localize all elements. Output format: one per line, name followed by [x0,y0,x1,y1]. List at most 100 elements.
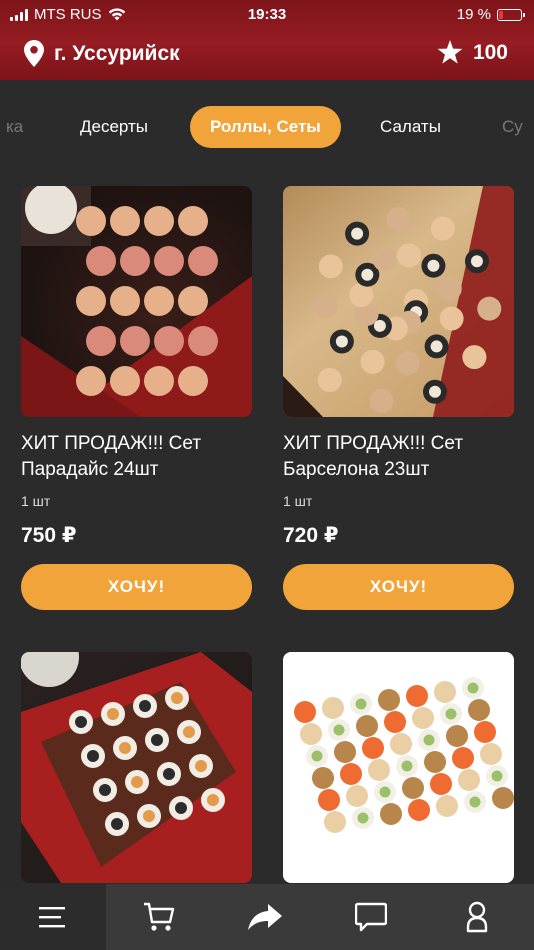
sushi-roll [462,345,487,370]
tab-salads[interactable]: Салаты [380,106,441,148]
sushi-roll [188,326,218,356]
sushi-roll [178,206,208,236]
product-name: ХИТ ПРОДАЖ!!! Сет Парадайс 24шт [21,433,202,480]
sushi-roll-filling [427,259,440,272]
sushi-roll-filling [401,760,413,772]
battery-group: 19 % [456,6,525,23]
bottom-nav [0,884,534,950]
sushi-roll [474,721,496,743]
sushi-roll-filling [430,340,443,353]
sushi-roll [178,286,208,316]
sushi-roll [76,366,106,396]
sushi-roll [430,773,452,795]
sushi-roll-filling [175,802,187,814]
sushi-roll [412,707,434,729]
sushi-roll-filling [151,734,163,746]
sushi-roll [110,366,140,396]
product-image[interactable] [283,652,514,883]
sushi-roll-filling [469,796,481,808]
sushi-roll-filling [139,700,151,712]
product-quantity: 1 шт [283,493,313,509]
star-icon [437,40,463,64]
profile-icon [466,901,488,933]
sushi-roll [300,723,322,745]
sushi-roll [313,294,338,319]
battery-fill [499,10,503,19]
sushi-roll-filling [335,335,348,348]
sushi-roll [437,276,462,301]
sushi-roll-filling [99,784,111,796]
nav-menu[interactable] [0,884,106,950]
sushi-roll [397,243,422,268]
sushi-roll [324,811,346,833]
product-image[interactable] [283,186,514,417]
product-image[interactable] [21,652,252,883]
sushi-roll-filling [75,716,87,728]
sushi-roll-filling [357,812,369,824]
sushi-roll [360,349,385,374]
sushi-roll [76,286,106,316]
sushi-roll-filling [333,724,345,736]
sushi-roll-filling [171,692,183,704]
product-price: 720 ₽ [283,524,339,547]
sushi-roll [380,803,402,825]
sushi-roll [446,725,468,747]
sushi-roll-filling [143,810,155,822]
share-icon [248,904,282,930]
sushi-roll [480,743,502,765]
nav-chat[interactable] [318,884,424,950]
sushi-roll-filling [111,818,123,830]
tab-desserts[interactable]: Десерты [80,106,148,148]
sushi-roll [346,785,368,807]
product-card[interactable] [21,652,252,883]
sushi-roll [110,206,140,236]
city-label: г. Уссурийск [54,41,180,65]
sushi-roll-filling [491,770,503,782]
sushi-roll [452,747,474,769]
tab-partial-left[interactable]: ка [6,106,23,148]
sushi-roll [110,286,140,316]
sushi-roll-filling [423,734,435,746]
chat-icon [355,902,387,932]
points-value: 100 [472,40,508,64]
sushi-roll [395,351,420,376]
sushi-roll [154,246,184,276]
product-quantity: 1 шт [21,493,51,509]
sushi-roll-filling [355,698,367,710]
sushi-roll [390,733,412,755]
sushi-roll-filling [351,227,364,240]
sushi-roll-filling [131,776,143,788]
sushi-roll-filling [361,268,374,281]
sushi-roll [334,741,356,763]
product-card[interactable] [283,652,514,883]
product-name: ХИТ ПРОДАЖ!!! Сет Барселона 23шт [283,433,464,480]
want-button[interactable]: ХОЧУ! [283,564,514,610]
sushi-roll [468,699,490,721]
product-image[interactable] [21,186,252,417]
sushi-roll [144,366,174,396]
sushi-roll-filling [107,708,119,720]
want-button[interactable]: ХОЧУ! [21,564,252,610]
sushi-roll [318,254,343,279]
nav-profile[interactable] [424,884,530,950]
city-selector[interactable]: г. Уссурийск [24,40,180,67]
app-header: MTS RUS 19:33 19 % г. Уссурийск 100 [0,0,534,80]
tab-rolls-sets[interactable]: Роллы, Сеты [190,106,341,148]
sushi-roll [386,207,411,232]
sushi-roll [458,769,480,791]
product-card[interactable]: ХИТ ПРОДАЖ!!! Сет Барселона 23шт 1 шт 72… [283,186,514,610]
bonus-points[interactable]: 100 [437,40,508,65]
product-card[interactable]: ХИТ ПРОДАЖ!!! Сет Парадайс 24шт 1 шт 750… [21,186,252,610]
tab-partial-right[interactable]: Су [502,106,523,148]
sushi-roll [434,681,456,703]
product-price: 750 ₽ [21,524,77,547]
sushi-roll [349,283,374,308]
sushi-roll [424,751,446,773]
sushi-roll [406,685,428,707]
battery-percent: 19 % [456,6,491,23]
sushi-roll [188,246,218,276]
nav-cart[interactable] [106,884,212,950]
sushi-roll [86,326,116,356]
sushi-roll-filling [207,794,219,806]
nav-share[interactable] [212,884,318,950]
